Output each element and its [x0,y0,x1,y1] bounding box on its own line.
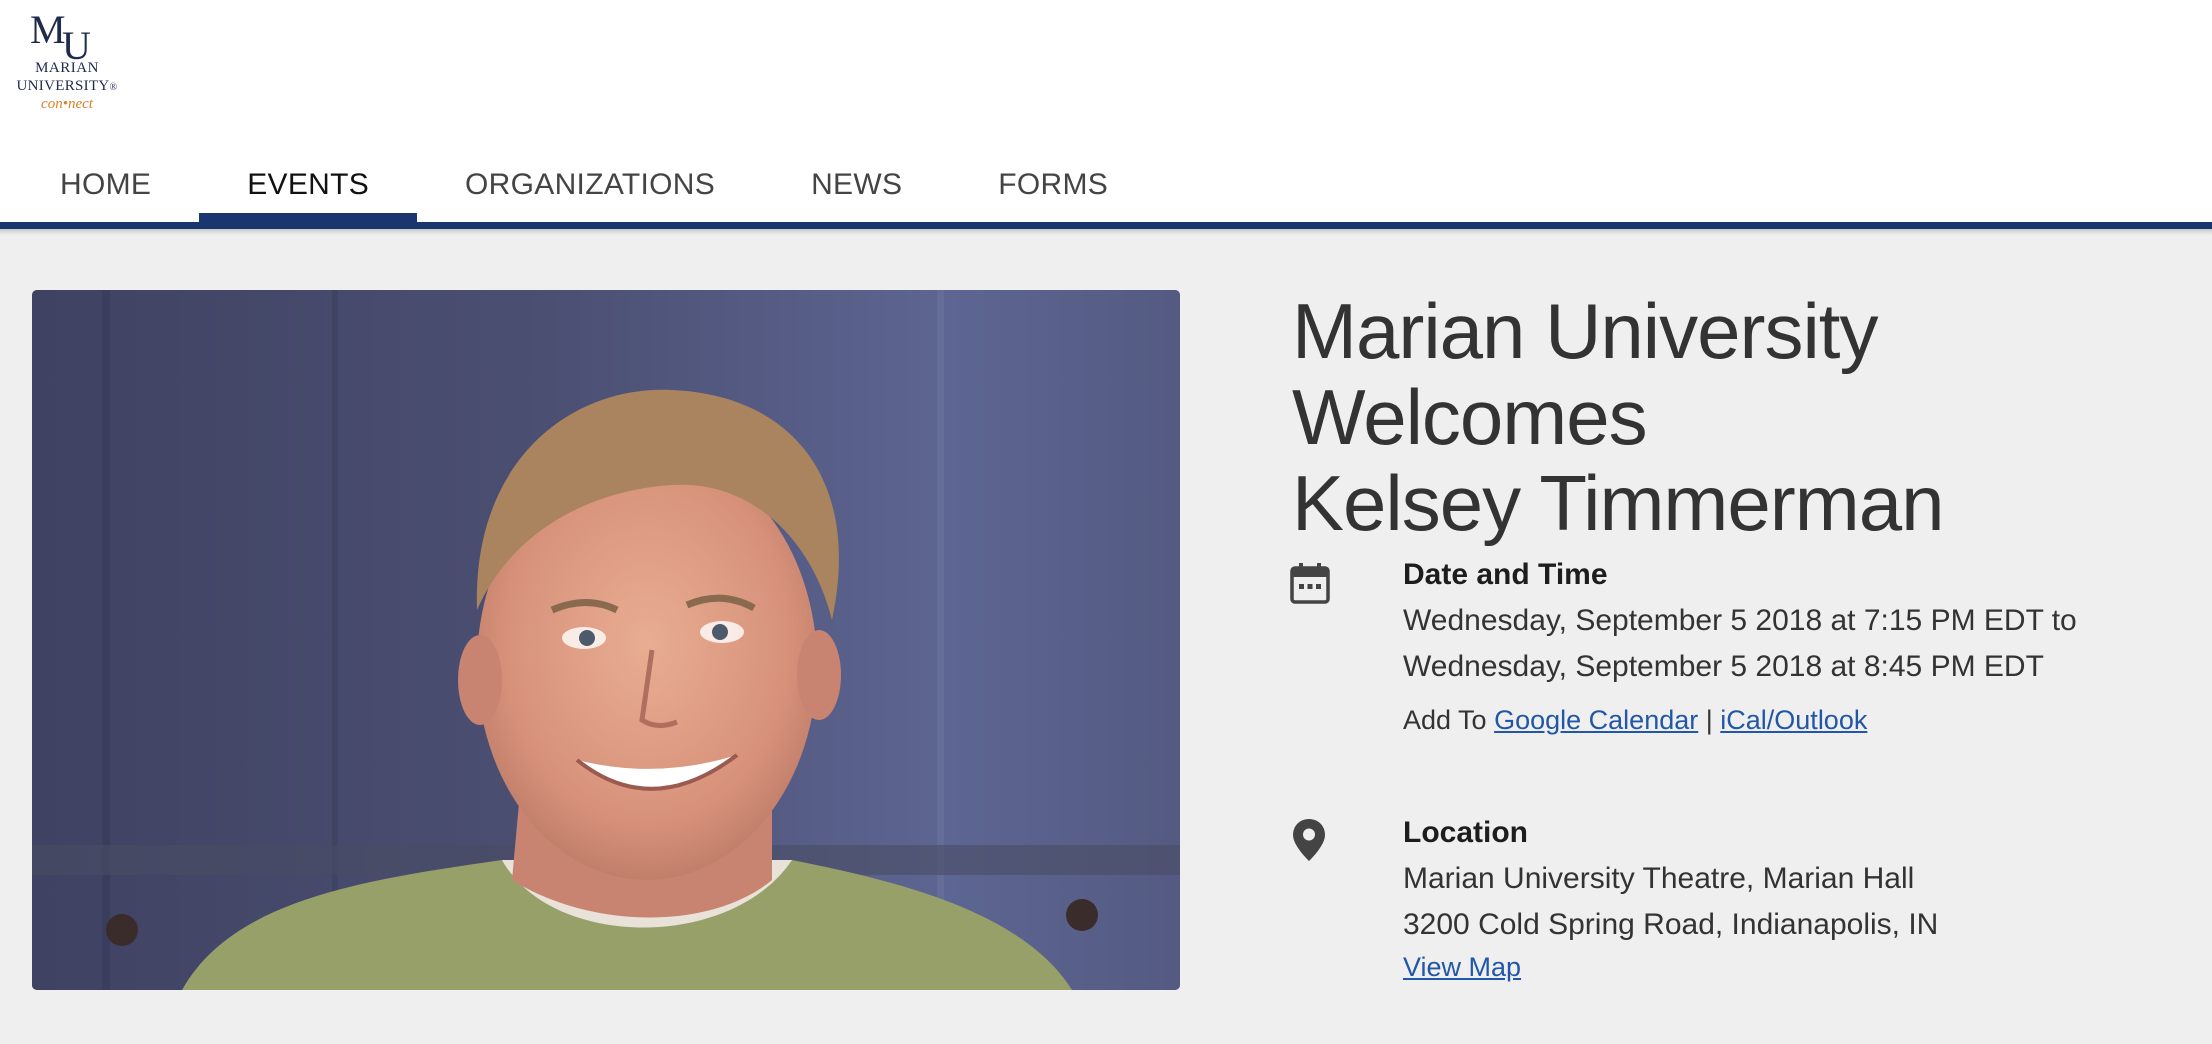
event-title: Marian University Welcomes Kelsey Timmer… [1292,287,1944,547]
date-time-heading: Date and Time [1403,558,1608,591]
add-to-calendar-row: Add To Google Calendar | iCal/Outlook [1403,705,1867,736]
marian-university-logo[interactable]: MU MARIAN UNIVERSITY® con•nect [12,8,122,116]
view-map-link[interactable]: View Map [1403,952,1521,982]
nav-tab-forms[interactable]: FORMS [950,148,1156,222]
event-end-time: Wednesday, September 5 2018 at 8:45 PM E… [1403,650,2044,683]
location-heading: Location [1403,816,1528,849]
calendar-icon [1290,561,1330,605]
event-start-time: Wednesday, September 5 2018 at 7:15 PM E… [1403,604,2077,637]
view-map-row: View Map [1403,952,1521,983]
link-separator: | [1705,705,1713,735]
nav-tab-news[interactable]: NEWS [763,148,950,222]
logo-mark: MU [30,7,91,68]
main-nav: HOME EVENTS ORGANIZATIONS NEWS FORMS [12,148,1156,222]
event-photo [32,290,1180,990]
logo-text-university: UNIVERSITY® [16,78,118,94]
nav-tab-home[interactable]: HOME [12,148,199,222]
nav-divider [0,222,2212,229]
google-calendar-link[interactable]: Google Calendar [1494,705,1698,735]
location-venue: Marian University Theatre, Marian Hall [1403,862,1915,895]
nav-tab-organizations[interactable]: ORGANIZATIONS [417,148,763,222]
logo-text-marian: MARIAN [35,60,99,76]
nav-tab-events[interactable]: EVENTS [199,148,417,222]
map-pin-icon [1292,818,1332,862]
location-address: 3200 Cold Spring Road, Indianapolis, IN [1403,908,1939,941]
add-to-label: Add To [1403,705,1487,735]
logo-text-connect: con•nect [41,96,93,112]
site-header: MU MARIAN UNIVERSITY® con•nect HOME EVEN… [0,0,2212,222]
nav-divider-shadow [0,229,2212,235]
ical-outlook-link[interactable]: iCal/Outlook [1720,705,1867,735]
